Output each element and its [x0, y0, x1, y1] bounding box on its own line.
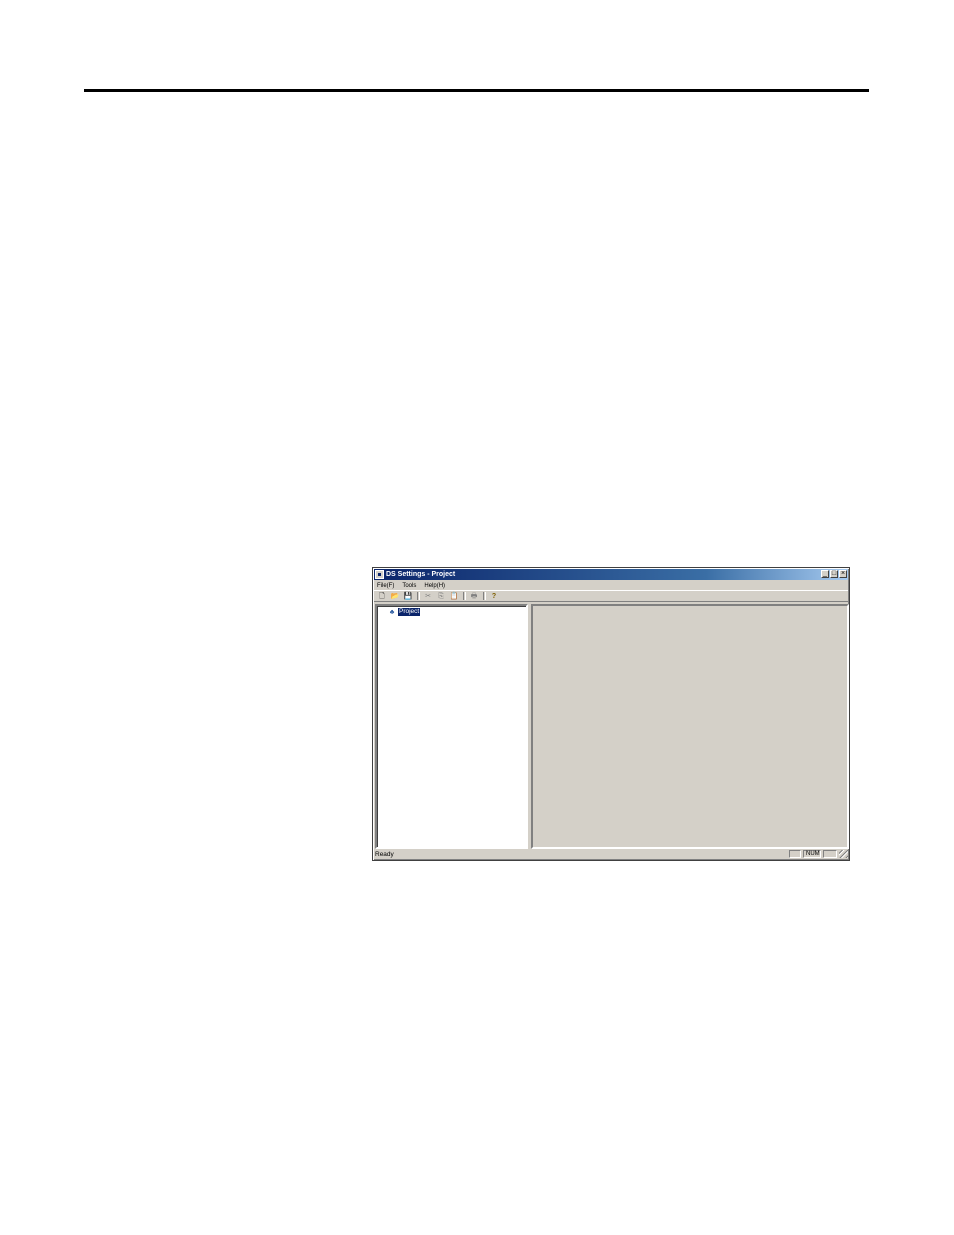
detail-pane: [531, 604, 849, 849]
minimize-button[interactable]: _: [821, 570, 829, 578]
toolbar-separator: [417, 592, 420, 600]
status-panel-caps: [789, 850, 801, 858]
paste-icon[interactable]: 📋: [449, 592, 459, 601]
menu-bar: File(F) Tools Help(H): [374, 581, 848, 590]
close-button[interactable]: ×: [839, 570, 847, 578]
tree-item-label: Project: [398, 608, 421, 616]
print-icon[interactable]: 🖶: [469, 592, 479, 601]
project-icon: ♣: [389, 608, 395, 616]
toolbar-separator: [463, 592, 466, 600]
tree-item-project[interactable]: ♣ Project: [387, 608, 421, 616]
caption-buttons: _ □ ×: [820, 570, 847, 578]
title-bar[interactable]: DS Settings - Project _ □ ×: [374, 569, 848, 580]
status-panel-scroll: [823, 850, 837, 858]
project-tree[interactable]: ♣ Project: [375, 604, 528, 849]
cut-icon[interactable]: ✂: [423, 592, 433, 601]
open-folder-icon[interactable]: 📂: [390, 592, 400, 601]
ds-settings-window: DS Settings - Project _ □ × File(F) Tool…: [372, 567, 850, 861]
save-icon[interactable]: 💾: [403, 592, 413, 601]
menu-tools[interactable]: Tools: [402, 583, 416, 589]
menu-help[interactable]: Help(H): [424, 583, 445, 589]
window-title: DS Settings - Project: [386, 571, 456, 578]
maximize-button[interactable]: □: [830, 570, 838, 578]
help-icon[interactable]: ?: [489, 592, 499, 601]
toolbar-separator: [483, 592, 486, 600]
copy-icon[interactable]: ⎘: [436, 592, 446, 601]
new-file-icon[interactable]: 🗋: [377, 592, 387, 601]
app-icon[interactable]: [375, 570, 384, 579]
page-header-rule: [84, 89, 869, 92]
status-panel-num: NUM: [803, 850, 821, 858]
menu-file[interactable]: File(F): [377, 583, 394, 589]
status-bar: Ready NUM: [374, 849, 848, 859]
status-text: Ready: [375, 850, 394, 858]
toolbar: 🗋 📂 💾 ✂ ⎘ 📋 🖶 ?: [374, 590, 848, 602]
resize-grip-icon[interactable]: [839, 850, 848, 858]
